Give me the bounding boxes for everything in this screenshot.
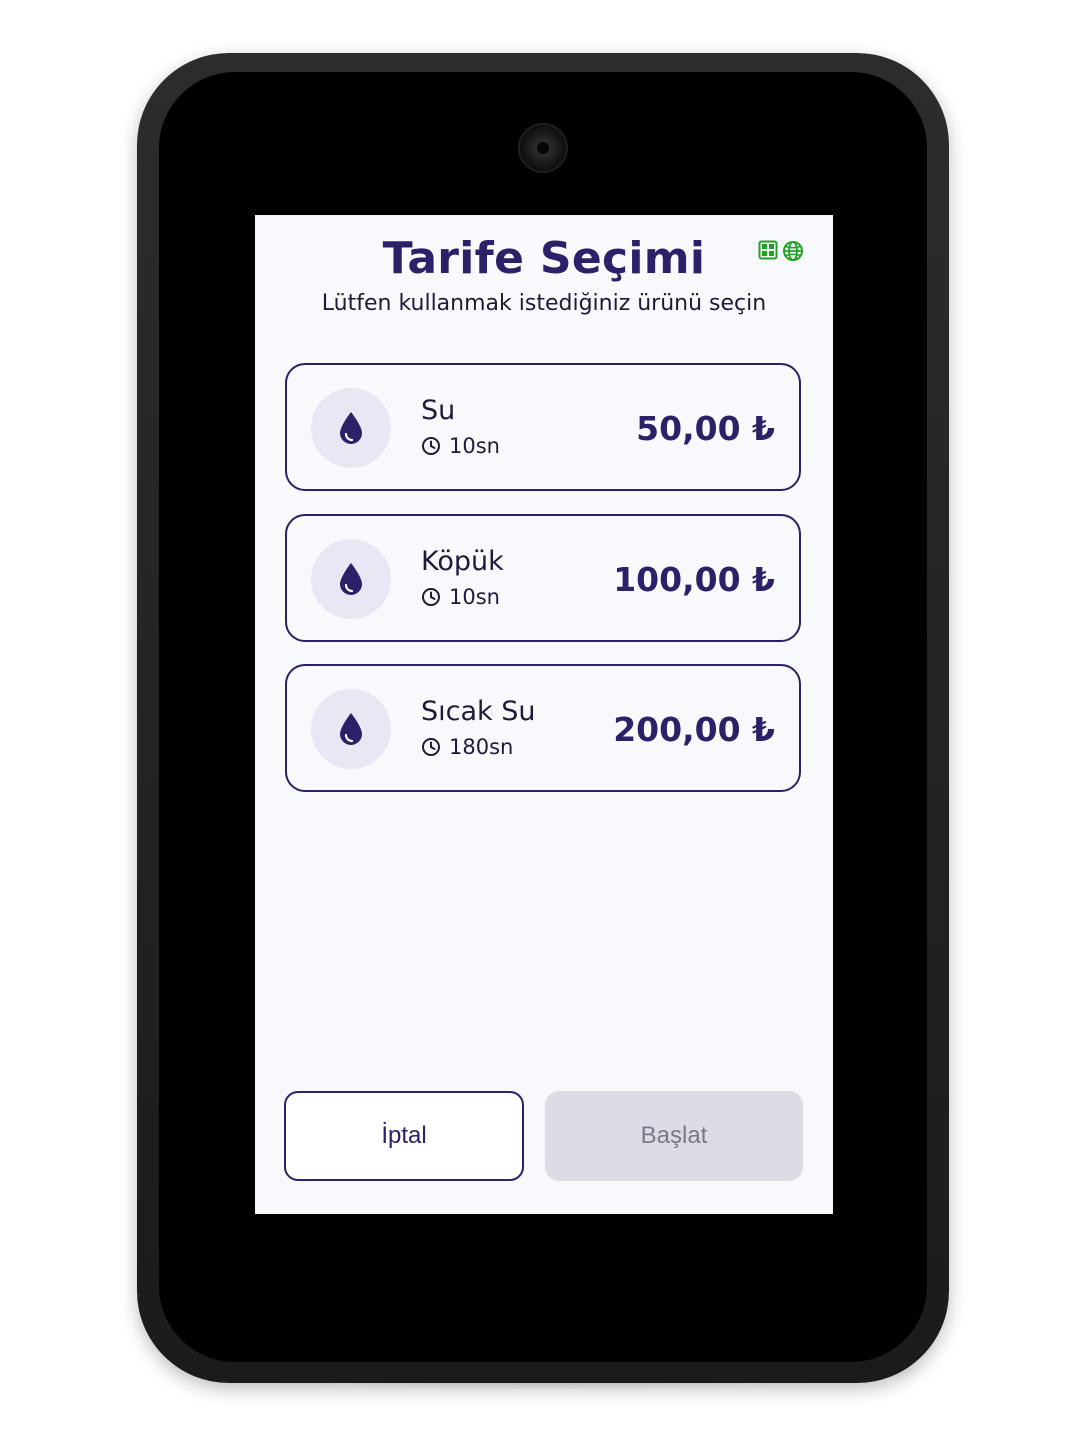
product-icon-circle [311,689,391,769]
product-name: Köpük [421,546,504,577]
water-drop-icon [340,563,362,595]
globe-icon [783,241,803,261]
product-name: Sıcak Su [421,696,536,727]
product-price: 50,00 ₺ [636,409,775,448]
product-card-sicak-su[interactable]: Sıcak Su 180sn 200,00 ₺ [285,664,801,792]
start-button[interactable]: Başlat [545,1091,803,1181]
status-icons [758,240,804,262]
water-drop-icon [340,713,362,745]
page-subtitle: Lütfen kullanmak istediğiniz ürünü seçin [321,291,767,316]
product-price: 200,00 ₺ [613,710,775,749]
product-price: 100,00 ₺ [613,560,775,599]
product-duration: 10sn [421,434,500,458]
clock-icon [422,437,440,455]
product-duration-value: 10sn [449,434,500,458]
cancel-button[interactable]: İptal [284,1091,524,1181]
product-card-kopuk[interactable]: Köpük 10sn 100,00 ₺ [285,514,801,642]
kiosk-screen: Tarife Seçimi Lütfen kullanmak istediğin… [255,215,833,1214]
product-card-su[interactable]: Su 10sn 50,00 ₺ [285,363,801,491]
camera-icon [518,123,568,173]
product-icon-circle [311,388,391,468]
clock-icon [422,738,440,756]
product-duration-value: 180sn [449,735,514,759]
water-drop-icon [340,412,362,444]
page-title: Tarife Seçimi [382,233,706,284]
product-duration-value: 10sn [449,585,500,609]
product-name: Su [421,395,456,426]
product-icon-circle [311,539,391,619]
product-duration: 180sn [421,735,513,759]
grid-icon [758,240,778,260]
product-duration: 10sn [421,585,500,609]
clock-icon [422,588,440,606]
